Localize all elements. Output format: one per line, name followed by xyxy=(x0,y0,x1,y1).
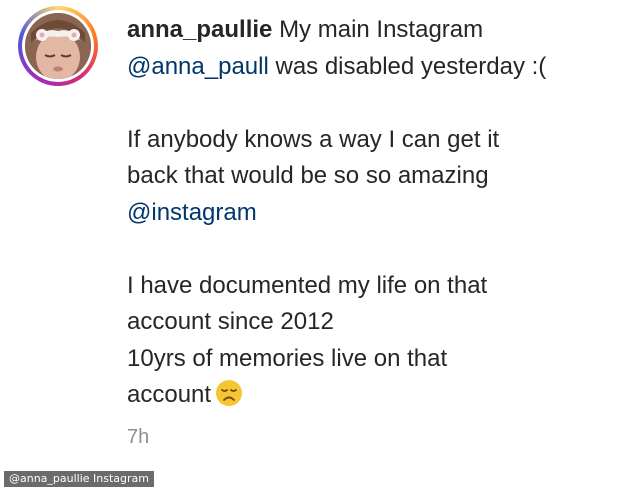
avatar-photo xyxy=(25,13,91,79)
caption-line: @instagram xyxy=(127,195,617,232)
caption-text: My main Instagram xyxy=(279,16,484,43)
caption-text: was disabled yesterday :( xyxy=(275,52,547,80)
caption-text: If anybody knows a way I can get it xyxy=(127,125,500,153)
comment-caption: anna_paullie My main Instagram @anna_pau… xyxy=(127,12,617,419)
caption-line: anna_paullie My main Instagram xyxy=(127,12,617,49)
caption-line: @anna_paull was disabled yesterday :( xyxy=(127,49,617,86)
username-link[interactable]: anna_paullie xyxy=(127,16,272,43)
mention-link[interactable]: @anna_paull xyxy=(127,53,269,80)
caption-text: back that would be so so amazing xyxy=(127,162,489,189)
caption-text: account since 2012 xyxy=(127,308,334,335)
instagram-comment: anna_paullie My main Instagram @anna_pau… xyxy=(0,0,634,487)
timestamp[interactable]: 7h xyxy=(127,426,149,449)
caption-line: account xyxy=(127,377,617,419)
caption-text: account xyxy=(127,381,212,408)
caption-text: I have documented my life on that xyxy=(127,271,488,299)
image-credit-caption: @anna_paullie Instagram xyxy=(4,471,155,487)
disappointed-face-icon xyxy=(215,379,243,419)
avatar[interactable] xyxy=(25,13,91,79)
mention-link[interactable]: @instagram xyxy=(127,199,257,226)
caption-text: 10yrs of memories live on that xyxy=(127,344,448,372)
avatar-story-ring[interactable] xyxy=(18,6,98,86)
